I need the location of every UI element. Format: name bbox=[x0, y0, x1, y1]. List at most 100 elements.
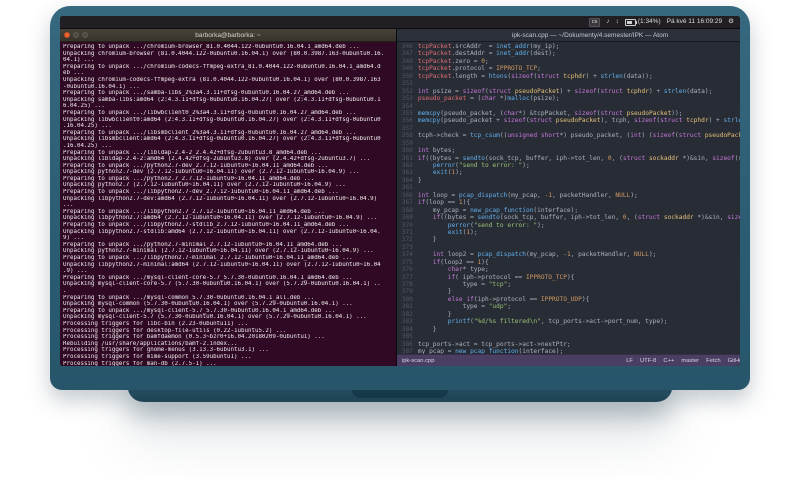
line-number: 380 bbox=[401, 295, 413, 303]
laptop-hinge-notch bbox=[352, 390, 448, 398]
line-number: 359 bbox=[401, 139, 413, 147]
code-editor[interactable]: 346 tcpPacket.srcAddr = inet_addr(my_ip)… bbox=[396, 42, 740, 354]
terminal-line: Processing triggers for mime-support (3.… bbox=[63, 353, 252, 360]
maximize-button[interactable] bbox=[82, 32, 88, 38]
line-number: 369 bbox=[401, 214, 413, 222]
line-number: 366 bbox=[401, 191, 413, 199]
code-line: 358 tcph->check = tcp_csum((unsigned sho… bbox=[397, 132, 740, 139]
terminal-line: Unpacking chromium-browser (81.0.4044.12… bbox=[63, 50, 385, 57]
terminal-line: . bbox=[63, 287, 67, 294]
line-number: 375 bbox=[401, 258, 413, 266]
terminal-line: Unpacking libwbclient0:amd64 (2:4.3.11+d… bbox=[63, 116, 381, 123]
code-line: 354 bbox=[397, 103, 740, 110]
line-number: 360 bbox=[401, 147, 413, 155]
network-icon[interactable]: ↕ bbox=[616, 16, 619, 28]
code-line: 351 bbox=[397, 80, 740, 87]
screen: cs ♪ ↕ (1:34%) Pá kvě 11 16:09:29 ⚙ barb… bbox=[60, 16, 740, 366]
atom-titlebar[interactable]: ipk-scan.cpp — ~/Dokumenty/4.semester/IP… bbox=[396, 29, 740, 42]
terminal-line: Unpacking libpython2.7-dev:amd64 (2.7.12… bbox=[63, 195, 378, 202]
power-icon[interactable]: ⚙ bbox=[728, 16, 734, 28]
code-text: else if(iph->protocol == IPPROTO_UDP){ bbox=[447, 295, 590, 303]
battery-indicator[interactable]: (1:34%) bbox=[624, 16, 661, 28]
code-line: 360 int bytes; bbox=[397, 147, 740, 154]
code-text: if( iph->protocol == IPPROTO_TCP){ bbox=[447, 273, 575, 281]
terminal-line: .16.04.25) ... bbox=[63, 142, 112, 149]
line-number: 349 bbox=[401, 65, 413, 73]
code-line: 372 } bbox=[397, 236, 740, 243]
status-right-items: LFUTF-8C++masterFetchGitHub3 updates bbox=[626, 358, 740, 364]
terminal-line: Unpacking python2.7 (2.7.12-1ubuntu0~16.… bbox=[63, 182, 346, 189]
code-text: tcpPacket.srcAddr = inet_addr(my_ip); bbox=[417, 43, 560, 50]
code-text: char* type; bbox=[447, 266, 489, 274]
terminal-line: Preparing to unpack .../mysql-common_5.7… bbox=[63, 294, 315, 301]
desktop: barborka@barborka: ~ Preparing to unpack… bbox=[60, 29, 740, 366]
code-line: 356 memcpy(pseudo_packet + sizeof(struct… bbox=[397, 117, 740, 124]
status-item[interactable]: Fetch bbox=[706, 358, 721, 364]
terminal-line: eb ... bbox=[63, 70, 84, 77]
terminal-window: barborka@barborka: ~ Preparing to unpack… bbox=[60, 29, 397, 366]
volume-icon[interactable]: ♪ bbox=[606, 16, 609, 28]
terminal-line: Preparing to unpack .../chromium-codecs-… bbox=[63, 63, 381, 70]
code-line: 369 if((bytes = sendto(sock_tcp, buffer,… bbox=[397, 214, 740, 221]
keyboard-layout-indicator[interactable]: cs bbox=[588, 17, 601, 27]
line-number: 356 bbox=[401, 117, 413, 125]
code-line: 365 bbox=[397, 184, 740, 191]
terminal-output[interactable]: Preparing to unpack .../chromium-browser… bbox=[60, 42, 396, 366]
terminal-line: Preparing to unpack .../samba-libs_2%3a4… bbox=[63, 90, 350, 97]
line-number: 351 bbox=[401, 80, 413, 88]
status-item[interactable]: master bbox=[681, 358, 699, 364]
terminal-line: Preparing to unpack .../chromium-browser… bbox=[63, 44, 360, 50]
code-text: } bbox=[417, 176, 422, 184]
code-line: 349 tcpPacket.protocol = IPPROTO_TCP; bbox=[397, 65, 740, 72]
code-text: my_pcap = new_pcap_function(interface); bbox=[417, 206, 579, 214]
code-text: tcp_ports->act = tcp_ports->act->nextPtr… bbox=[417, 340, 571, 348]
laptop-mockup: cs ♪ ↕ (1:34%) Pá kvě 11 16:09:29 ⚙ barb… bbox=[0, 0, 800, 477]
status-file[interactable]: ipk-scan.cpp bbox=[402, 358, 435, 364]
code-line: 382 } bbox=[397, 311, 740, 318]
code-text: type = "udp"; bbox=[417, 303, 512, 311]
status-item[interactable]: C++ bbox=[663, 358, 674, 364]
line-number: 350 bbox=[401, 72, 413, 80]
status-item[interactable]: GitHub bbox=[728, 358, 740, 364]
close-button[interactable] bbox=[64, 32, 70, 38]
terminal-line: Preparing to unpack .../libpython2.7_2.7… bbox=[63, 208, 325, 215]
line-number: 386 bbox=[401, 340, 413, 348]
code-line: 368 my_pcap = new_pcap_function(interfac… bbox=[397, 207, 740, 214]
code-text: printf("%d/%s filtered\n", tcp_ports->ac… bbox=[447, 318, 668, 326]
code-line: 373 bbox=[397, 244, 740, 251]
code-text: pseudo_packet = (char *)malloc(psize); bbox=[417, 95, 560, 103]
code-line: 380 else if(iph->protocol == IPPROTO_UDP… bbox=[397, 296, 740, 303]
clock[interactable]: Pá kvě 11 16:09:29 bbox=[667, 16, 723, 28]
code-line: 355 memcpy(pseudo_packet, (char*) &tcpPa… bbox=[397, 110, 740, 117]
line-number: 372 bbox=[401, 236, 413, 244]
terminal-titlebar[interactable]: barborka@barborka: ~ bbox=[60, 29, 396, 42]
line-number: 358 bbox=[401, 132, 413, 140]
terminal-line: Preparing to unpack .../python2.7-dev_2.… bbox=[63, 162, 329, 169]
line-number: 383 bbox=[401, 318, 413, 326]
minimize-button[interactable] bbox=[73, 32, 79, 38]
status-item[interactable]: UTF-8 bbox=[640, 358, 656, 364]
line-number: 354 bbox=[401, 102, 413, 110]
code-line: 350 tcpPacket.length = htons(sizeof(stru… bbox=[397, 73, 740, 80]
terminal-line: Unpacking libsmbclient:amd64 (2:4.3.11+d… bbox=[63, 136, 381, 143]
code-line: 385 bbox=[397, 333, 740, 340]
terminal-line: Preparing to unpack .../libsmbclient_2%3… bbox=[63, 129, 357, 136]
code-text: } bbox=[417, 288, 452, 296]
status-item[interactable]: LF bbox=[626, 358, 633, 364]
terminal-line: Rebuilding /usr/share/applications/bamf-… bbox=[63, 340, 238, 347]
code-text: type = "tcp"; bbox=[417, 281, 512, 288]
code-text: } bbox=[417, 310, 452, 318]
line-number: 370 bbox=[401, 221, 413, 229]
code-line: 376 char* type; bbox=[397, 266, 740, 273]
terminal-line: .16.04.25) ... bbox=[63, 123, 112, 130]
line-number: 379 bbox=[401, 288, 413, 296]
terminal-line: 04.1) ... bbox=[63, 57, 95, 64]
line-number: 371 bbox=[401, 228, 413, 236]
terminal-line: Unpacking libpython2.7-minimal:amd64 (2.… bbox=[63, 261, 381, 268]
code-line: 377 if( iph->protocol == IPPROTO_TCP){ bbox=[397, 274, 740, 281]
code-text: exit(1); bbox=[447, 228, 478, 236]
